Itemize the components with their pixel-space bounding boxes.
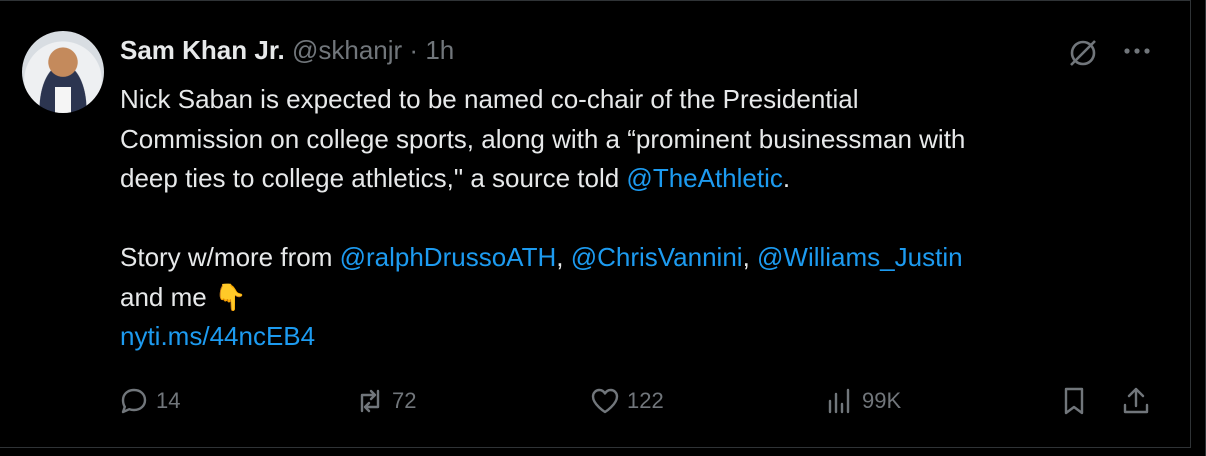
tweet-header: Sam Khan Jr. @skhanjr · 1h <box>120 33 454 67</box>
mention-link[interactable]: @TheAthletic <box>626 163 782 193</box>
mention-link[interactable]: @ChrisVannini <box>571 242 743 272</box>
tweet-line: Story w/more from <box>120 242 340 272</box>
mention-link[interactable]: @Williams_Justin <box>757 242 963 272</box>
repost-button[interactable]: 72 <box>354 383 416 419</box>
views-icon <box>828 388 850 414</box>
bookmark-icon <box>1064 387 1084 415</box>
share-icon <box>1123 387 1149 414</box>
like-count: 122 <box>627 388 664 413</box>
pointing-down-emoji: 👇 <box>213 281 247 312</box>
like-button[interactable]: 122 <box>589 383 664 419</box>
author-handle[interactable]: @skhanjr <box>292 35 402 65</box>
tweet-text: Nick Saban is expected to be named co-ch… <box>120 80 1160 357</box>
more-horizontal-icon[interactable] <box>1119 36 1155 66</box>
reply-count: 14 <box>156 388 181 413</box>
repost-count: 72 <box>392 388 417 413</box>
tweet-punct: . <box>782 163 791 193</box>
tweet-line: and me <box>120 281 214 312</box>
share-button[interactable] <box>1120 383 1158 419</box>
tweet-url[interactable]: nyti.ms/44ncEB4 <box>120 321 315 351</box>
timestamp[interactable]: 1h <box>425 35 454 65</box>
mention-link[interactable]: @ralphDrussoATH <box>340 242 557 272</box>
tweet-line: Commission on college sports, along with… <box>120 123 966 154</box>
action-bar: 14 72 122 99K <box>0 383 1190 419</box>
bookmark-button[interactable] <box>1058 383 1096 419</box>
heart-icon <box>591 388 619 414</box>
views-button[interactable]: 99K <box>824 383 901 419</box>
repost-icon <box>360 389 380 413</box>
reply-button[interactable]: 14 <box>118 383 180 419</box>
separator-dot: · <box>409 35 419 65</box>
tweet-line: Nick Saban is expected to be named co-ch… <box>120 84 859 114</box>
grok-icon[interactable] <box>1066 36 1100 70</box>
tweet-punct: , <box>556 242 571 272</box>
author-name[interactable]: Sam Khan Jr. <box>120 35 285 65</box>
reply-icon <box>121 388 147 414</box>
tweet-line: deep ties to college athletics," a sourc… <box>120 163 627 193</box>
view-count: 99K <box>862 388 902 413</box>
tweet-punct: , <box>742 242 758 272</box>
avatar[interactable] <box>22 31 104 113</box>
